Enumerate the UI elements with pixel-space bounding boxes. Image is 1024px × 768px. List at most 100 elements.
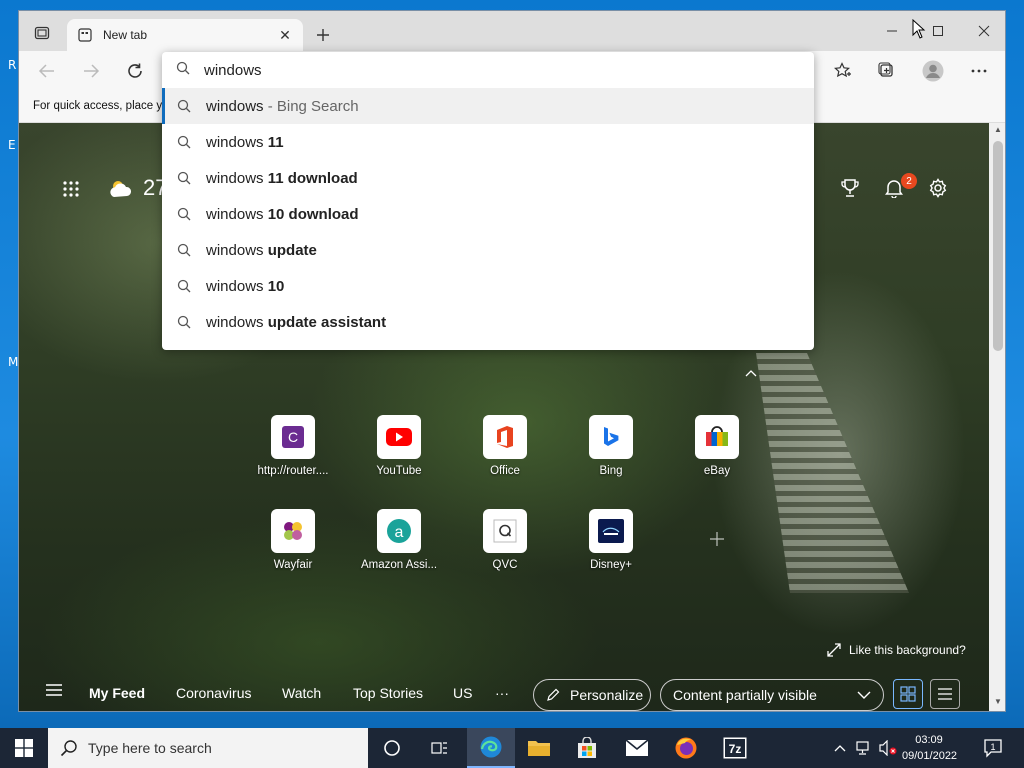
back-arrow-icon[interactable] — [33, 59, 61, 83]
tab-new-tab[interactable]: New tab ✕ — [67, 19, 303, 51]
collections-icon[interactable] — [873, 59, 901, 83]
task-view-icon[interactable] — [416, 728, 464, 768]
favorites-star-icon[interactable] — [829, 59, 857, 83]
grid-layout-icon[interactable] — [893, 679, 923, 709]
suggestion-item[interactable]: windows 10 — [162, 268, 814, 304]
amazon-assistant-icon: a — [377, 509, 421, 553]
personalize-button[interactable]: Personalize — [533, 679, 651, 711]
address-bar-input[interactable]: windows — [162, 52, 814, 88]
page-scrollbar[interactable]: ▲ ▼ — [989, 123, 1005, 711]
feed-tab-watch[interactable]: Watch — [282, 685, 321, 701]
feed-tab-my-feed[interactable]: My Feed — [89, 685, 145, 701]
feed-tab-us[interactable]: US — [453, 685, 472, 701]
quick-link-tile[interactable]: C http://router.... — [245, 415, 341, 489]
add-quick-link-plus-icon[interactable] — [707, 529, 727, 549]
system-clock[interactable]: 03:09 09/01/2022 — [902, 732, 958, 764]
edge-browser-icon[interactable] — [467, 728, 515, 768]
forward-arrow-icon[interactable] — [77, 59, 105, 83]
suggestion-item[interactable]: windows 11 download — [162, 160, 814, 196]
collapse-chevron-up-icon[interactable] — [743, 367, 759, 379]
tab-close-icon[interactable]: ✕ — [277, 27, 293, 43]
show-hidden-icons-chevron-icon[interactable] — [830, 738, 850, 758]
suggestion-item[interactable]: windows 11 — [162, 124, 814, 160]
youtube-icon — [377, 415, 421, 459]
seven-zip-icon[interactable]: 7z — [711, 728, 759, 768]
tile-label: Wayfair — [273, 559, 313, 571]
scroll-down-arrow-icon[interactable]: ▼ — [989, 697, 1005, 711]
suggestion-text: windows - Bing Search — [206, 97, 359, 115]
quick-link-tile[interactable]: Disney+ — [563, 509, 659, 583]
svg-text:7z: 7z — [729, 742, 742, 756]
expand-arrows-icon — [827, 643, 841, 657]
search-icon — [176, 278, 192, 294]
tile-label: Bing — [599, 465, 623, 477]
ebay-icon — [695, 415, 739, 459]
scroll-up-arrow-icon[interactable]: ▲ — [989, 125, 1005, 139]
svg-text:C: C — [288, 429, 298, 445]
settings-gear-icon[interactable] — [925, 175, 951, 201]
firefox-icon[interactable] — [662, 728, 710, 768]
desktop-icon-fragment[interactable]: R — [8, 58, 16, 72]
list-layout-icon[interactable] — [930, 679, 960, 709]
workspaces-icon[interactable] — [29, 20, 55, 46]
feed-more-tabs-button[interactable]: ··· — [495, 685, 509, 701]
refresh-icon[interactable] — [121, 59, 149, 83]
action-center-icon[interactable]: 1 — [982, 737, 1004, 759]
personalize-label: Personalize — [570, 687, 644, 703]
suggestion-item[interactable]: windows 10 download — [162, 196, 814, 232]
weather-partly-cloudy-icon[interactable] — [107, 175, 135, 203]
quick-link-tile[interactable]: QVC — [457, 509, 553, 583]
tile-label: Office — [490, 465, 520, 477]
suggestion-item[interactable]: windows update assistant — [162, 304, 814, 340]
suggestion-item[interactable]: windows - Bing Search — [162, 88, 814, 124]
suggestion-text: windows 10 — [206, 277, 285, 295]
search-icon — [176, 134, 192, 150]
desktop-icon-fragment[interactable]: E — [8, 138, 16, 152]
suggestion-text: windows 11 download — [206, 169, 358, 187]
disney-plus-icon — [589, 509, 633, 553]
new-tab-plus-icon[interactable] — [311, 23, 335, 47]
quick-link-tile[interactable]: Wayfair — [245, 509, 341, 583]
start-windows-icon[interactable] — [0, 728, 48, 768]
cortana-circle-icon[interactable] — [368, 728, 416, 768]
content-visibility-dropdown[interactable]: Content partially visible — [660, 679, 884, 711]
quick-link-tile[interactable]: Bing — [563, 415, 659, 489]
favorites-hint-text: For quick access, place y — [33, 100, 163, 112]
taskbar-search-input[interactable]: Type here to search — [48, 728, 368, 768]
suggestion-text: windows update — [206, 241, 317, 259]
wayfair-icon — [271, 509, 315, 553]
volume-muted-icon[interactable] — [878, 738, 898, 758]
quick-link-tile[interactable]: a Amazon Assi... — [351, 509, 447, 583]
quick-link-tile[interactable]: YouTube — [351, 415, 447, 489]
pencil-icon — [547, 688, 560, 701]
action-center-count: 1 — [990, 742, 995, 752]
router-c-icon: C — [271, 415, 315, 459]
mail-envelope-icon[interactable] — [613, 728, 661, 768]
tile-label: http://router.... — [257, 465, 329, 477]
quick-link-tile[interactable]: Office — [457, 415, 553, 489]
tile-label: eBay — [703, 465, 731, 477]
rewards-trophy-icon[interactable] — [837, 175, 863, 201]
microsoft-store-icon[interactable] — [563, 728, 611, 768]
scrollbar-thumb[interactable] — [993, 141, 1003, 351]
feed-menu-hamburger-icon[interactable] — [45, 683, 63, 702]
address-bar-query[interactable]: windows — [204, 62, 262, 79]
clock-date: 09/01/2022 — [902, 750, 958, 762]
title-bar[interactable]: New tab ✕ — [19, 11, 1005, 51]
minimize-icon[interactable] — [874, 17, 910, 45]
search-icon — [176, 98, 192, 114]
close-window-icon[interactable] — [966, 17, 1002, 45]
desktop-icon-fragment[interactable]: M — [8, 355, 18, 369]
notifications-badge: 2 — [901, 173, 917, 189]
suggestion-item[interactable]: windows update — [162, 232, 814, 268]
file-explorer-folder-icon[interactable] — [515, 728, 563, 768]
app-launcher-grid-icon[interactable] — [59, 177, 83, 201]
feed-tab-coronavirus[interactable]: Coronavirus — [176, 685, 251, 701]
feed-tab-top-stories[interactable]: Top Stories — [353, 685, 423, 701]
quick-link-tile[interactable]: eBay — [669, 415, 765, 489]
profile-avatar[interactable] — [919, 59, 947, 83]
more-options-icon[interactable] — [965, 59, 993, 83]
like-background-link[interactable]: Like this background? — [827, 643, 966, 657]
network-icon[interactable] — [854, 738, 874, 758]
search-icon — [176, 314, 192, 330]
